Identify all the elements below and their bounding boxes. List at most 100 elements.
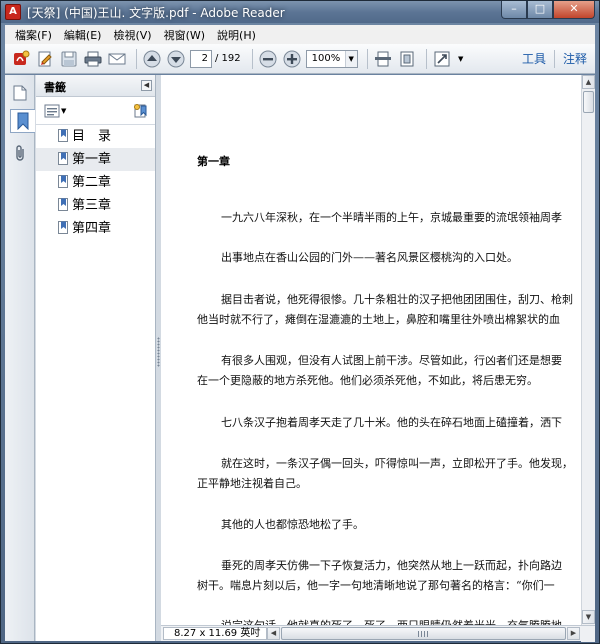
chevron-down-icon[interactable]: ▼ xyxy=(456,49,466,69)
current-page-input[interactable] xyxy=(190,49,212,68)
bookmark-page-icon xyxy=(58,175,68,188)
toolbar-separator xyxy=(425,48,427,69)
bookmark-label: 第一章 xyxy=(72,152,112,167)
paragraph-line: 有很多人围观，但没有人试图上前干涉。尽管如此，行凶者们还是想要 xyxy=(221,354,562,367)
bookmarks-tab[interactable] xyxy=(10,109,35,133)
toolbar-separator xyxy=(251,48,253,69)
paperclip-icon xyxy=(16,145,24,161)
collapse-panel-button[interactable]: ◀ xyxy=(141,80,152,91)
menu-view[interactable]: 檢視(V) xyxy=(107,27,157,43)
bookmark-list: 目 录 第一章 第二章 第三章 第四章 xyxy=(36,125,155,240)
paragraph-line: 正平静地注视着自己。 xyxy=(197,477,307,490)
vertical-scrollbar[interactable]: ▲ ▼ xyxy=(581,75,595,625)
toolbar: / 192 100% ▼ ▼ 工具 注释 xyxy=(5,44,595,74)
window-title: [天祭] (中国)王山. 文字版.pdf - Adobe Reader xyxy=(27,6,285,20)
chapter-heading: 第一章 xyxy=(197,155,230,168)
edit-icon[interactable] xyxy=(35,49,55,69)
bookmarks-panel-header: 書籤 ◀ xyxy=(36,75,155,97)
paragraph-line: 他当时就不行了，瘫倒在湿漉漉的土地上，鼻腔和嘴里往外喷出棉絮状的血 xyxy=(197,313,560,326)
close-button[interactable]: ✕ xyxy=(553,1,595,19)
tools-pane-button[interactable]: 工具 xyxy=(514,50,554,67)
scroll-left-button[interactable]: ◀ xyxy=(267,627,280,640)
page-down-icon[interactable] xyxy=(166,49,186,69)
fit-page-icon[interactable] xyxy=(373,49,393,69)
bookmarks-panel-title: 書籤 xyxy=(44,81,66,94)
splitter-grip[interactable] xyxy=(157,337,160,367)
paragraph-line: 其他的人也都惊恐地松了手。 xyxy=(221,518,364,531)
paragraph-line: 垂死的周孝天仿佛一下子恢复活力，他突然从地上一跃而起，扑向路边 xyxy=(221,559,562,572)
zoom-level-value: 100% xyxy=(311,52,341,64)
zoom-out-icon[interactable] xyxy=(258,49,278,69)
scroll-right-button[interactable]: ▶ xyxy=(567,627,580,640)
bookmark-icon xyxy=(17,112,29,130)
paragraph-line: 据目击者说，他死得很惨。几十条粗壮的汉子把他团团围住，刮刀、枪刺 xyxy=(221,293,573,306)
page-thumbnails-icon xyxy=(13,85,27,101)
toolbar-separator xyxy=(366,48,368,69)
scroll-down-button[interactable]: ▼ xyxy=(582,610,595,624)
new-bookmark-icon xyxy=(134,104,147,118)
chevron-down-icon: ▼ xyxy=(61,107,67,115)
new-bookmark-button[interactable] xyxy=(133,103,149,122)
maximize-button[interactable]: □ xyxy=(527,1,553,19)
paragraph-line: 一九六八年深秋，在一个半晴半雨的上午，京城最重要的流氓领袖周孝 xyxy=(221,211,562,224)
page-size-indicator[interactable]: 8.27 x 11.69 英吋 xyxy=(163,627,267,640)
total-pages: / 192 xyxy=(215,53,241,64)
toolbar-right: 工具 注释 xyxy=(514,49,595,68)
paragraph-line: 树干。喘息片刻以后，他一字一句地清晰地说了那句著名的格言：“你们一 xyxy=(197,579,555,592)
bookmark-item-chapter-1[interactable]: 第一章 xyxy=(36,148,155,171)
menu-edit[interactable]: 編輯(E) xyxy=(58,27,108,43)
menu-bar: 檔案(F) 編輯(E) 檢視(V) 視窗(W) 說明(H) xyxy=(5,25,595,44)
horizontal-scrollbar[interactable]: ◀ ▶ xyxy=(267,627,581,640)
full-screen-icon[interactable] xyxy=(432,49,452,69)
bookmark-label: 第二章 xyxy=(72,175,112,190)
paragraph-line: 说完这句话，他就真的死了。死了，两只眼睛仍然着光光，充气腾腾地 xyxy=(221,617,562,625)
paragraph-line: 在一个更隐蔽的地方杀死他。他们必须杀死他，不如此，将后患无穷。 xyxy=(197,374,538,387)
print-icon[interactable] xyxy=(83,49,103,69)
horizontal-scroll-thumb[interactable] xyxy=(281,627,566,640)
minimize-button[interactable]: – xyxy=(501,1,527,19)
bookmark-item-chapter-4[interactable]: 第四章 xyxy=(36,217,155,240)
bookmark-label: 目 录 xyxy=(72,129,112,144)
bookmark-page-icon xyxy=(58,221,68,234)
bookmark-item-toc[interactable]: 目 录 xyxy=(36,125,155,148)
resize-corner[interactable] xyxy=(581,626,595,642)
chevron-down-icon[interactable]: ▼ xyxy=(344,50,357,67)
bookmarks-panel: 書籤 ◀ ▼ 目 录 第一章 第二章 第三章 第四章 xyxy=(36,75,156,641)
document-page: 第一章 一九六八年深秋，在一个半晴半雨的上午，京城最重要的流氓领袖周孝 出事地点… xyxy=(161,75,581,625)
zoom-in-icon[interactable] xyxy=(282,49,302,69)
menu-help[interactable]: 說明(H) xyxy=(211,27,262,43)
client-area: 書籤 ◀ ▼ 目 录 第一章 第二章 第三章 第四章 第一章 一九六八年深秋，在… xyxy=(5,75,595,642)
bookmark-page-icon xyxy=(58,198,68,211)
vertical-scroll-thumb[interactable] xyxy=(583,91,594,113)
paragraph-line: 七八条汉子抱着周孝天走了几十米。他的头在碎石地面上磕撞着，洒下 xyxy=(221,416,562,429)
options-list-icon xyxy=(44,104,60,118)
bookmark-item-chapter-3[interactable]: 第三章 xyxy=(36,194,155,217)
page-up-icon[interactable] xyxy=(142,49,162,69)
bookmark-page-icon xyxy=(58,152,68,165)
paragraph-line: 出事地点在香山公园的门外——著名风景区樱桃沟的入口处。 xyxy=(221,251,518,264)
save-icon[interactable] xyxy=(59,49,79,69)
bookmark-options-button[interactable]: ▼ xyxy=(44,104,66,118)
navigation-pane-strip xyxy=(5,75,35,641)
app-window: A [天祭] (中国)王山. 文字版.pdf - Adobe Reader – … xyxy=(0,0,600,644)
bookmark-label: 第四章 xyxy=(72,221,112,236)
bookmarks-toolbar: ▼ xyxy=(36,97,155,125)
fit-width-icon[interactable] xyxy=(397,49,417,69)
attachments-tab[interactable] xyxy=(9,141,31,165)
create-pdf-icon[interactable] xyxy=(11,49,31,69)
paragraph-line: 就在这时，一条汉子偶一回头，吓得惊叫一声，立即松开了手。他发现， xyxy=(221,457,573,470)
zoom-level-select[interactable]: 100% ▼ xyxy=(305,49,358,68)
window-controls: – □ ✕ xyxy=(501,1,595,19)
document-view[interactable]: 第一章 一九六八年深秋，在一个半晴半雨的上午，京城最重要的流氓领袖周孝 出事地点… xyxy=(161,75,581,625)
bookmark-page-icon xyxy=(58,129,68,142)
page-thumbnails-tab[interactable] xyxy=(9,81,31,105)
adobe-reader-icon[interactable]: A xyxy=(5,4,21,20)
scroll-up-button[interactable]: ▲ xyxy=(582,75,595,89)
email-icon[interactable] xyxy=(107,49,127,69)
title-bar[interactable]: A [天祭] (中国)王山. 文字版.pdf - Adobe Reader – … xyxy=(1,1,599,23)
bookmark-label: 第三章 xyxy=(72,198,112,213)
bookmark-item-chapter-2[interactable]: 第二章 xyxy=(36,171,155,194)
comment-pane-button[interactable]: 注释 xyxy=(555,50,595,67)
menu-file[interactable]: 檔案(F) xyxy=(9,27,58,43)
menu-window[interactable]: 視窗(W) xyxy=(158,27,211,43)
